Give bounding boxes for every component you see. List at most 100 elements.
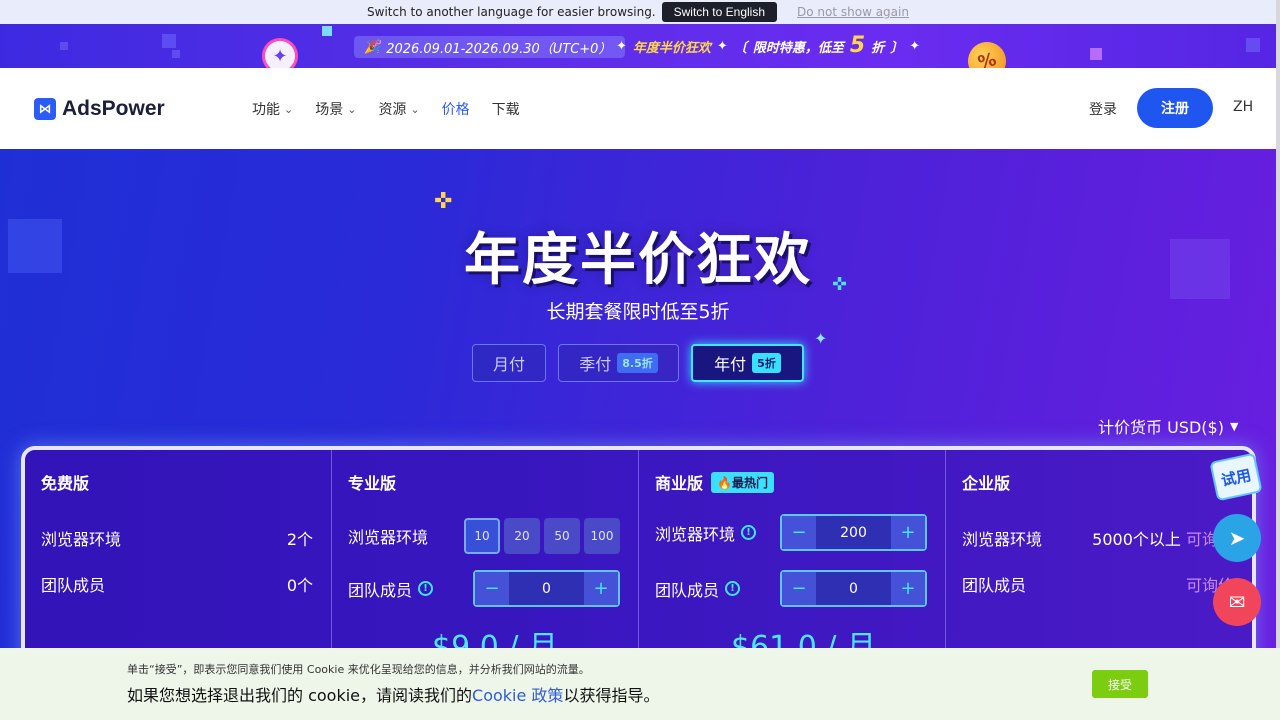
bracket-right-icon: 〕: [890, 40, 904, 56]
decor-pixel: [322, 26, 332, 36]
cookie-optout-prefix: 如果您想选择退出我们的 cookie，请阅读我们的: [127, 686, 473, 705]
login-link[interactable]: 登录: [1089, 99, 1117, 119]
cookie-optout-text: 如果您想选择退出我们的 cookie，请阅读我们的Cookie 政策以获得指导。: [127, 682, 659, 706]
nav-item-label: 功能: [252, 102, 280, 118]
member-value: 0个: [286, 576, 313, 595]
env-label: 浏览器环境: [962, 530, 1043, 549]
plan-name: 免费版: [41, 474, 90, 493]
member-label: 团队成员: [348, 580, 413, 600]
language-bar-message: Switch to another language for easier br…: [367, 5, 656, 19]
nav-item-pricing[interactable]: 价格: [442, 99, 470, 119]
brand-logo[interactable]: ⋈ AdsPower: [34, 97, 165, 121]
tab-monthly[interactable]: 月付: [472, 344, 546, 382]
telegram-icon: ➤: [1228, 526, 1246, 550]
env-option[interactable]: 100: [584, 518, 620, 554]
hero-title: 年度半价狂欢: [464, 228, 812, 293]
env-option[interactable]: 20: [504, 518, 540, 554]
cookie-notice: 单击“接受”，即表示您同意我们使用 Cookie 来优化呈现给您的信息，并分析我…: [127, 663, 590, 676]
member-stepper: − 0 +: [473, 570, 620, 607]
member-stepper: − 0 +: [780, 570, 927, 607]
increment-button[interactable]: +: [891, 572, 925, 605]
discount-badge: 8.5折: [617, 353, 658, 373]
increment-button[interactable]: +: [891, 516, 925, 549]
telegram-button[interactable]: ➤: [1213, 514, 1261, 562]
decrement-button[interactable]: −: [475, 572, 509, 605]
most-popular-badge: 🔥最热门: [711, 471, 774, 493]
accept-cookies-button[interactable]: 接受: [1092, 670, 1148, 698]
discount-badge: 5折: [752, 353, 781, 373]
env-label: 浏览器环境: [41, 530, 122, 549]
member-count[interactable]: 0: [816, 572, 891, 605]
member-row: 团队成员 可询价: [962, 572, 1234, 596]
tab-label: 年付: [714, 355, 747, 374]
nav-item-download[interactable]: 下载: [492, 99, 520, 119]
billing-period-tabs: 月付 季付 8.5折 年付 5折: [472, 344, 804, 382]
env-row: 浏览器环境 10 20 50 100: [348, 518, 620, 554]
mail-icon: ✉: [1228, 590, 1246, 614]
currency-selector[interactable]: 计价货币 USD($) ▼: [1098, 414, 1238, 438]
cookie-policy-link[interactable]: Cookie 政策: [472, 686, 563, 705]
member-label-wrap: 团队成员 !: [348, 577, 434, 601]
member-label: 团队成员: [962, 576, 1027, 595]
decor-pixel: [172, 50, 180, 58]
member-row: 团队成员 ! − 0 +: [655, 570, 927, 607]
sparkle-icon: ✦: [814, 329, 828, 348]
promo-offer-suffix: 折: [871, 40, 885, 56]
tab-yearly[interactable]: 年付 5折: [691, 344, 804, 382]
sparkle-icon: ✜: [434, 189, 453, 214]
env-row: 浏览器环境 2个: [41, 526, 313, 550]
tab-quarterly[interactable]: 季付 8.5折: [558, 344, 679, 382]
promo-banner[interactable]: ✦ 🎉 2026.09.01-2026.09.30（UTC+0） ✦ 年度半价狂…: [0, 24, 1276, 68]
member-row: 团队成员 0个: [41, 572, 313, 596]
decor-pixel: [1090, 48, 1102, 60]
env-option[interactable]: 10: [464, 518, 500, 554]
pricing-hero: ✜ ✜ ✦ 年度半价狂欢 长期套餐限时低至5折 月付 季付 8.5折 年付 5折…: [0, 149, 1276, 720]
currency-label: 计价货币 USD($): [1098, 418, 1224, 437]
plan-title: 商业版 🔥最热门: [655, 470, 929, 494]
info-icon[interactable]: !: [418, 581, 434, 596]
adspower-logo-icon: ⋈: [34, 98, 56, 120]
chevron-down-icon: ⌄: [347, 102, 357, 116]
caret-down-icon: ▼: [1229, 419, 1239, 433]
env-row: 浏览器环境 5000个以上 可询价: [962, 526, 1234, 550]
env-label-wrap: 浏览器环境 !: [655, 521, 757, 545]
decor-pixel: [162, 34, 176, 48]
env-count[interactable]: 200: [816, 516, 891, 549]
promo-headline: ✦ 年度半价狂欢 ✦ 〔 限时特惠，低至 5 折 〕 ✦: [616, 35, 920, 57]
increment-button[interactable]: +: [584, 572, 618, 605]
member-label-wrap: 团队成员 !: [655, 577, 741, 601]
chevron-down-icon: ⌄: [284, 102, 294, 116]
env-value: 2个: [286, 530, 313, 549]
env-stepper: − 200 +: [780, 514, 927, 551]
do-not-show-again-link[interactable]: Do not show again: [797, 5, 909, 19]
switch-language-button[interactable]: Switch to English: [661, 2, 778, 22]
site-header: ⋈ AdsPower 功能 ⌄ 场景 ⌄ 资源 ⌄ 价格 下载 登录 注册 ZH: [0, 68, 1276, 149]
promo-offer-number: 5: [849, 33, 866, 58]
plan-name: 企业版: [962, 474, 1011, 493]
nav-item-scenarios[interactable]: 场景 ⌄: [315, 99, 356, 119]
nav-item-label: 资源: [378, 102, 407, 118]
nav-item-resources[interactable]: 资源 ⌄: [378, 99, 419, 119]
signup-button[interactable]: 注册: [1137, 88, 1213, 128]
hero-subtitle: 长期套餐限时低至5折: [546, 301, 730, 323]
info-icon[interactable]: !: [741, 525, 757, 540]
nav-item-label: 价格: [441, 102, 470, 118]
cookie-banner: 单击“接受”，即表示您同意我们使用 Cookie 来优化呈现给您的信息，并分析我…: [0, 648, 1280, 720]
sparkle-icon: ✦: [909, 38, 921, 54]
party-popper-icon: 🎉: [364, 39, 381, 55]
nav-item-label: 下载: [491, 102, 520, 118]
member-count[interactable]: 0: [509, 572, 584, 605]
env-label: 浏览器环境: [655, 524, 736, 544]
env-option[interactable]: 50: [544, 518, 580, 554]
decor-pixel: [1246, 38, 1260, 52]
nav-item-features[interactable]: 功能 ⌄: [252, 99, 293, 119]
email-button[interactable]: ✉: [1213, 578, 1261, 626]
page-scrollbar[interactable]: [1276, 0, 1280, 648]
info-icon[interactable]: !: [725, 581, 741, 596]
decrement-button[interactable]: −: [782, 572, 816, 605]
language-selector[interactable]: ZH: [1233, 99, 1253, 115]
plan-name: 专业版: [348, 474, 397, 493]
decrement-button[interactable]: −: [782, 516, 816, 549]
star-badge-icon: ✦: [262, 38, 298, 68]
member-label: 团队成员: [41, 576, 106, 595]
